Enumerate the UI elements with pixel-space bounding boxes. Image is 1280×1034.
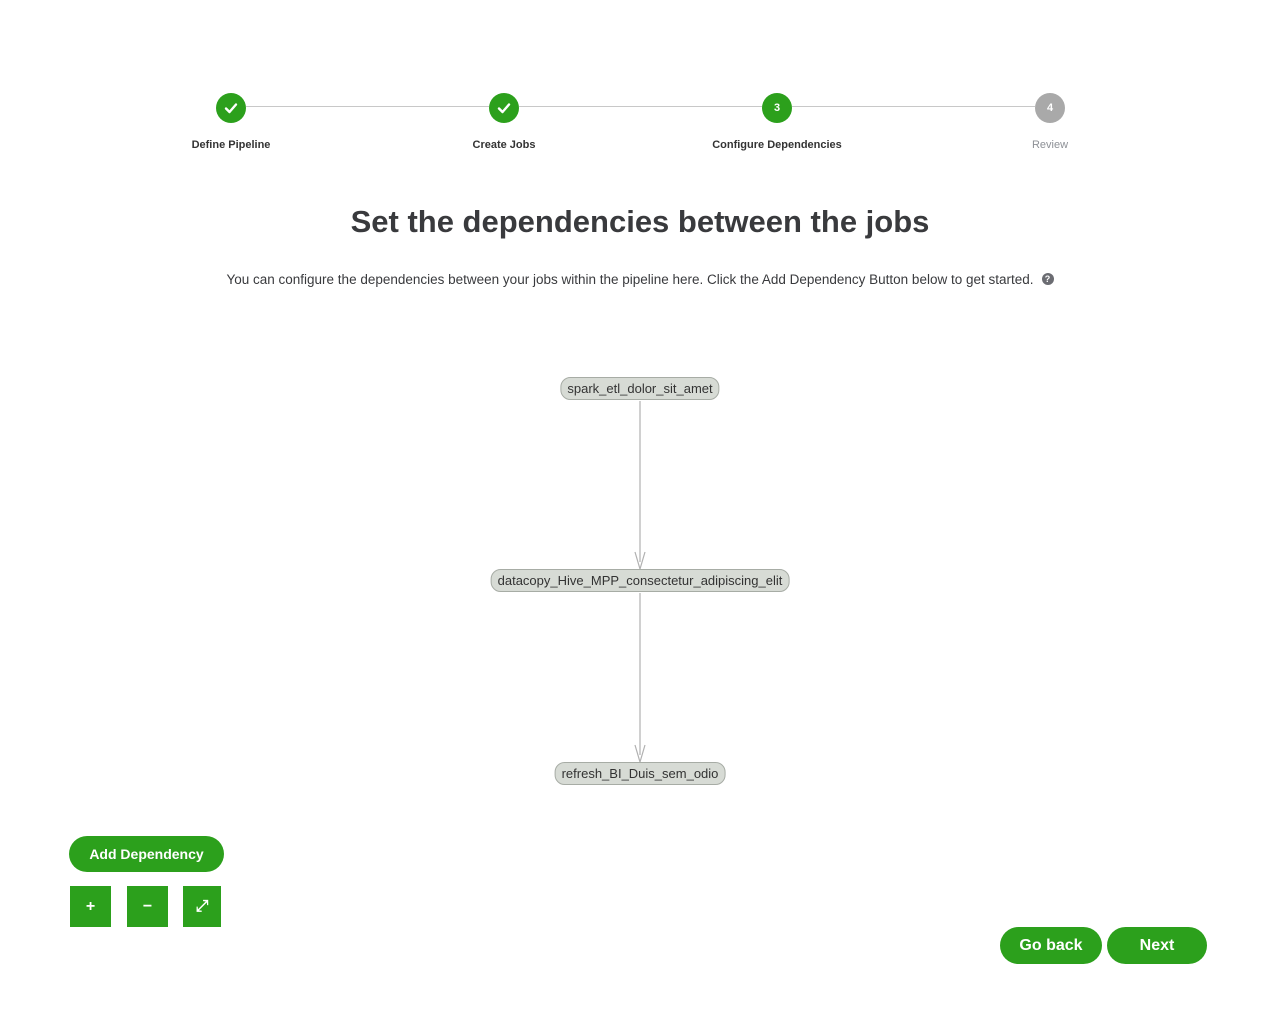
- step-number: 4: [1035, 93, 1065, 123]
- next-button[interactable]: Next: [1107, 927, 1207, 964]
- page-title: Set the dependencies between the jobs: [350, 204, 930, 239]
- step-create-jobs[interactable]: Create Jobs: [424, 93, 584, 151]
- question-circle-icon[interactable]: ?: [1041, 273, 1054, 285]
- graph-node[interactable]: datacopy_Hive_MPP_consectetur_adipiscing…: [490, 569, 790, 592]
- page-subtitle: You can configure the dependencies betwe…: [0, 272, 1280, 287]
- arrow-head-icon: [634, 744, 646, 765]
- step-label: Define Pipeline: [191, 139, 271, 151]
- graph-node[interactable]: refresh_BI_Duis_sem_odio: [554, 762, 726, 785]
- add-dependency-button[interactable]: Add Dependency: [69, 836, 224, 872]
- step-label: Configure Dependencies: [712, 139, 842, 151]
- step-define-pipeline[interactable]: Define Pipeline: [151, 93, 311, 151]
- zoom-in-button[interactable]: +: [70, 886, 111, 927]
- step-label: Review: [1031, 139, 1069, 151]
- step-review: 4 Review: [970, 93, 1130, 151]
- step-label: Create Jobs: [472, 139, 536, 151]
- arrow-head-icon: [634, 551, 646, 572]
- step-number: 3: [762, 93, 792, 123]
- go-back-button[interactable]: Go back: [1000, 927, 1102, 964]
- check-icon: [216, 93, 246, 123]
- check-icon: [489, 93, 519, 123]
- fit-view-button[interactable]: ⤢: [183, 886, 221, 927]
- subtitle-text: You can configure the dependencies betwe…: [226, 272, 1034, 287]
- step-configure-dependencies: 3 Configure Dependencies: [697, 93, 857, 151]
- zoom-out-button[interactable]: −: [127, 886, 168, 927]
- progress-stepper: Define Pipeline Create Jobs 3 Configure …: [0, 0, 1280, 170]
- graph-node[interactable]: spark_etl_dolor_sit_amet: [560, 377, 720, 400]
